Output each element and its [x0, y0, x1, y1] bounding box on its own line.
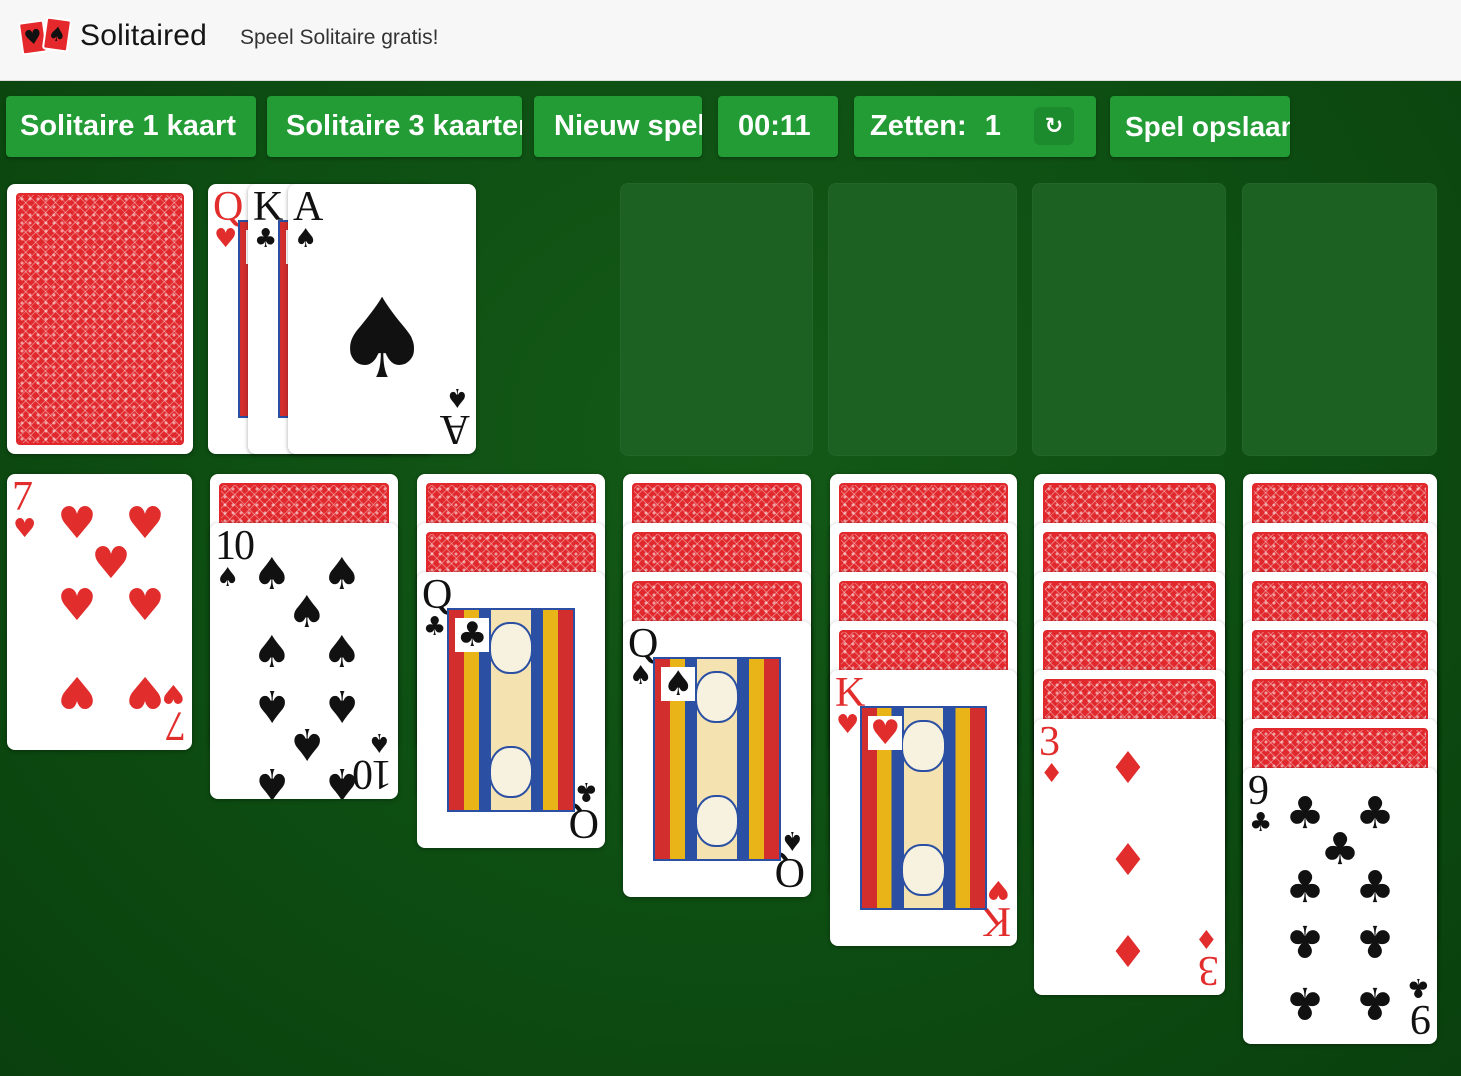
card-corner-bottom: 3 ♦ [1185, 921, 1219, 993]
club-icon: ♣ [1355, 977, 1395, 1028]
heart-icon: ♥ [57, 666, 97, 717]
spade-icon: ♠ [322, 758, 362, 799]
tableau-card[interactable]: Q ♠ Q ♠ ♠ [623, 621, 811, 897]
spade-icon: ♠ [252, 627, 292, 678]
foundation-slot-3[interactable] [1032, 183, 1226, 456]
save-game-button[interactable]: Spel opslaan [1110, 96, 1290, 157]
card-rank: 9 [1412, 996, 1431, 1042]
court-face-bottom [694, 795, 740, 847]
spade-icon: ♠ [216, 563, 240, 593]
spade-icon: ♠ [367, 727, 391, 757]
tableau-card[interactable]: 9 ♣ 9 ♣ ♣ ♣ ♣ ♣ ♣ ♣ ♣ ♣ ♣ [1243, 768, 1437, 1044]
heart-icon: ♥ [125, 666, 165, 717]
club-icon: ♣ [1249, 808, 1273, 838]
timer-display: 00:11 [718, 96, 838, 157]
undo-icon[interactable]: ↻ [1034, 107, 1074, 145]
club-icon: ♣ [455, 615, 490, 655]
heart-icon: ♥ [22, 23, 44, 51]
court-card-illustration: ♥ [860, 706, 987, 910]
moves-counter: Zetten: 1 ↻ [854, 96, 1096, 157]
heart-icon: ♥ [13, 514, 37, 544]
diamond-icon: ♦ [1040, 759, 1064, 789]
card-rank: 3 [1200, 947, 1219, 993]
club-icon: ♣ [254, 224, 278, 254]
court-card-illustration: ♣ [447, 608, 575, 812]
card-rank: 7 [12, 474, 33, 520]
spade-icon: ♠ [322, 627, 362, 678]
heart-icon: ♥ [836, 710, 860, 740]
spade-icon: ♠ [46, 20, 68, 48]
spade-icon: ♠ [332, 275, 432, 403]
club-icon: ♣ [1406, 972, 1430, 1002]
solitaired-logo-icon[interactable]: ♥ ♠ [17, 16, 74, 56]
court-face-bottom [901, 844, 946, 896]
club-icon: ♣ [1285, 977, 1325, 1028]
card-rank: 7 [167, 702, 186, 748]
heart-icon: ♥ [868, 713, 903, 753]
moves-label: Zetten: [870, 110, 967, 142]
top-bar: ♥ ♠ Solitaired Speel Solitaire gratis! [0, 0, 1461, 81]
heart-icon: ♥ [57, 580, 97, 631]
brand-name[interactable]: Solitaired [80, 19, 207, 53]
club-icon: ♣ [574, 776, 598, 806]
club-icon: ♣ [423, 612, 447, 642]
diamond-icon: ♦ [1194, 923, 1218, 953]
spade-icon: ♠ [629, 661, 653, 691]
heart-icon: ♥ [986, 874, 1010, 904]
court-face-top [694, 671, 740, 723]
tableau-card[interactable]: K ♥ K ♥ ♥ [830, 670, 1017, 946]
spade-icon: ♠ [252, 758, 292, 799]
card-rank: 9 [1248, 768, 1269, 814]
diamond-icon: ♦ [1108, 835, 1148, 886]
heart-icon: ♥ [214, 224, 238, 254]
court-face-top [488, 622, 534, 674]
club-icon: ♣ [1285, 862, 1325, 913]
card-corner-bottom: 9 ♣ [1397, 970, 1431, 1042]
tableau-card[interactable]: Q ♣ Q ♣ ♣ [417, 572, 605, 848]
diamond-icon: ♦ [1108, 927, 1148, 978]
tableau-card[interactable]: 3 ♦ 3 ♦ ♦ ♦ ♦ [1034, 719, 1225, 995]
stock-pile[interactable] [7, 184, 193, 454]
club-icon: ♣ [1355, 915, 1395, 966]
tableau-card[interactable]: 10 ♠ 10 ♠ ♠ ♠ ♠ ♠ ♠ ♠ ♠ ♠ ♠ ♠ [210, 523, 398, 799]
solitaire-1-card-button[interactable]: Solitaire 1 kaart [6, 96, 256, 157]
solitaire-3-cards-button[interactable]: Solitaire 3 kaarten [267, 96, 522, 157]
logo-spade-card: ♠ [41, 16, 73, 53]
tableau-card[interactable]: 7 ♥ 7 ♥ ♥ ♥ ♥ ♥ ♥ ♥ ♥ [7, 474, 192, 750]
card-rank: A [293, 184, 323, 230]
card-rank: A [441, 406, 470, 452]
court-face-bottom [488, 746, 534, 798]
club-icon: ♣ [1355, 862, 1395, 913]
card-rank: 3 [1039, 719, 1060, 765]
foundation-slot-1[interactable] [620, 183, 813, 456]
diamond-icon: ♦ [1108, 743, 1148, 794]
foundation-slot-4[interactable] [1242, 183, 1437, 456]
tagline: Speel Solitaire gratis! [240, 26, 439, 49]
moves-value: 1 [984, 110, 1001, 142]
court-face-top [901, 720, 946, 772]
court-card-illustration: ♠ [653, 657, 781, 861]
heart-icon: ♥ [125, 580, 165, 631]
spade-icon: ♠ [780, 825, 804, 855]
foundation-slot-2[interactable] [828, 183, 1017, 456]
spade-icon: ♠ [294, 224, 318, 254]
club-icon: ♣ [1285, 915, 1325, 966]
waste-card[interactable]: A ♠ A ♠ ♠ [288, 184, 476, 454]
spade-icon: ♠ [661, 664, 696, 704]
card-rank: 10 [215, 523, 255, 569]
new-game-button[interactable]: Nieuw spel [534, 96, 702, 157]
